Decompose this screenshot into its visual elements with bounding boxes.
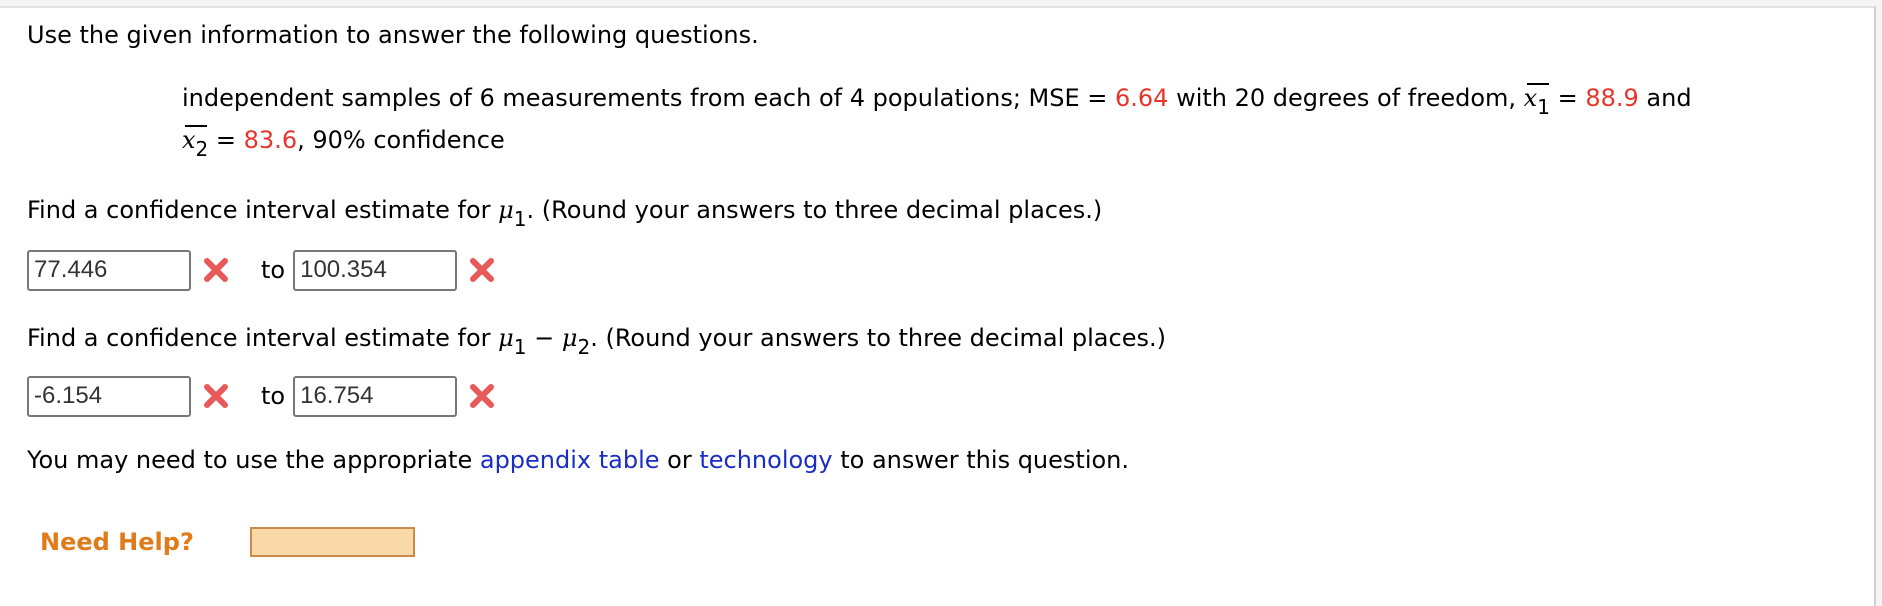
technology-link[interactable]: technology (699, 446, 832, 474)
equals-1: = (1549, 84, 1586, 112)
given-prefix: independent samples of 6 measurements fr… (182, 84, 1116, 112)
mu1-symbol: μ1 (498, 324, 526, 357)
incorrect-x-icon (204, 258, 228, 282)
xbar2-symbol: x2 (182, 125, 208, 159)
xbar2-value: 83.6 (243, 126, 298, 154)
q2-upper-input[interactable] (293, 375, 458, 417)
q1-prompt-pre: Find a confidence interval estimate for (27, 196, 499, 224)
q1-prompt: Find a confidence interval estimate for … (27, 196, 1103, 229)
xbar1-subscript: 1 (1537, 95, 1550, 119)
minus-sign: − (526, 324, 562, 352)
mu-subscript: 1 (513, 335, 527, 359)
xbar1-value: 88.9 (1585, 84, 1639, 112)
incorrect-x-icon (470, 258, 495, 282)
mu-subscript: 1 (513, 207, 527, 231)
mu-glyph: μ (498, 196, 514, 224)
q1-answer-row: to (27, 249, 496, 291)
given-info-line-2: x2 = 83.6, 90% confidence (182, 125, 505, 159)
equals-2: = (208, 126, 244, 154)
xbar1-symbol: x1 (1523, 83, 1550, 117)
help-button[interactable] (250, 527, 415, 557)
xbar2-var: x (182, 126, 196, 154)
mu2-symbol: μ2 (561, 324, 590, 357)
mu1-symbol: μ1 (498, 196, 526, 229)
mu-glyph: μ (561, 324, 578, 352)
technology-note: You may need to use the appropriate appe… (27, 446, 1129, 474)
q1-lower-input[interactable] (27, 249, 191, 291)
and-text: and (1638, 84, 1692, 112)
q2-prompt-post: . (Round your answers to three decimal p… (590, 324, 1166, 352)
instructions-text: Use the given information to answer the … (27, 21, 759, 49)
xbar1-var: x (1523, 84, 1538, 112)
given-info-line-1: independent samples of 6 measurements fr… (182, 83, 1692, 117)
note-pre: You may need to use the appropriate (27, 446, 480, 474)
mu-subscript: 2 (577, 335, 591, 359)
appendix-table-link[interactable]: appendix table (480, 446, 660, 474)
need-help-label: Need Help? (40, 528, 194, 556)
note-mid: or (659, 446, 700, 474)
given-mid: with 20 degrees of freedom, (1168, 84, 1524, 112)
to-label: to (261, 256, 286, 284)
incorrect-x-icon (470, 384, 495, 408)
q2-prompt-pre: Find a confidence interval estimate for (27, 324, 499, 352)
to-label: to (261, 382, 286, 410)
mse-value: 6.64 (1115, 84, 1169, 112)
q2-prompt: Find a confidence interval estimate for … (27, 324, 1166, 357)
note-post: to answer this question. (832, 446, 1130, 474)
q2-answer-row: to (27, 375, 496, 417)
q1-upper-input[interactable] (293, 249, 458, 291)
q2-lower-input[interactable] (27, 375, 191, 417)
mu-glyph: μ (498, 324, 514, 352)
given-suffix: , 90% confidence (297, 126, 505, 154)
xbar2-subscript: 2 (195, 137, 209, 161)
incorrect-x-icon (204, 384, 228, 408)
q1-prompt-post: . (Round your answers to three decimal p… (526, 196, 1103, 224)
